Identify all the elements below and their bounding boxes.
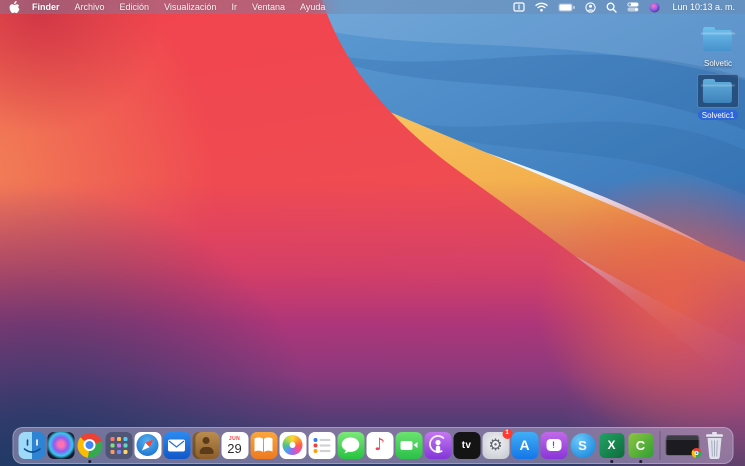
books-dock-icon[interactable] — [250, 431, 277, 459]
calendar-dock-icon[interactable]: JUN 29 — [221, 431, 248, 459]
finder-dock-icon[interactable] — [18, 431, 45, 459]
photos-flower-icon — [282, 435, 303, 455]
chrome-logo-icon — [77, 432, 102, 458]
menu-ventana[interactable]: Ventana — [252, 2, 285, 12]
chrome-badge-icon — [691, 447, 701, 458]
tv-label: tv — [461, 439, 472, 451]
excel-logo-icon: X — [599, 432, 624, 458]
running-indicator — [610, 460, 613, 463]
menu-clock[interactable]: Lun 10:13 a. m. — [672, 2, 735, 12]
app-store-a-icon: A — [519, 437, 530, 453]
apple-tv-dock-icon[interactable]: tv — [453, 431, 480, 459]
siri-dock-icon[interactable] — [47, 431, 74, 459]
chrome-dock-icon[interactable] — [76, 432, 103, 463]
folder-label: Solvetic — [703, 58, 732, 68]
camtasia-logo-icon: C — [628, 432, 653, 458]
folder-solvetic1[interactable]: Solvetic1 — [695, 74, 741, 120]
menu-edicion[interactable]: Edición — [120, 2, 150, 12]
dock: JUN 29 ♪ tv ⚙ 1 A ! S X C — [12, 427, 733, 464]
feedback-assistant-dock-icon[interactable]: ! — [540, 431, 567, 459]
photos-dock-icon[interactable] — [279, 431, 306, 459]
compass-icon — [136, 434, 159, 456]
menu-ayuda[interactable]: Ayuda — [300, 2, 325, 12]
facetime-dock-icon[interactable] — [395, 431, 422, 459]
running-indicator — [88, 460, 91, 463]
calendar-day: 29 — [227, 440, 242, 456]
safari-dock-icon[interactable] — [134, 431, 161, 459]
folder-solvetic[interactable]: Solvetic — [695, 22, 741, 68]
display-icon[interactable] — [513, 2, 526, 12]
apple-menu-icon[interactable] — [9, 0, 20, 13]
user-icon[interactable] — [585, 1, 597, 13]
messages-dock-icon[interactable] — [337, 431, 364, 459]
system-preferences-dock-icon[interactable]: ⚙ 1 — [482, 428, 512, 459]
envelope-icon — [168, 439, 185, 451]
skype-dock-icon[interactable]: S — [569, 432, 596, 459]
spotlight-icon[interactable] — [606, 2, 618, 13]
folder-icon-selected — [701, 78, 735, 103]
launchpad-dock-icon[interactable] — [105, 431, 132, 459]
feedback-bubble-icon: ! — [546, 439, 561, 451]
excel-dock-icon[interactable]: X — [598, 432, 625, 463]
checklist-icon — [313, 437, 330, 453]
trash-can-icon — [705, 431, 723, 459]
minimized-window-dock-icon[interactable] — [665, 434, 701, 458]
desktop: Finder Archivo Edición Visualización Ir … — [0, 0, 745, 466]
wifi-icon[interactable] — [535, 2, 549, 12]
app-store-dock-icon[interactable]: A — [511, 431, 538, 459]
music-dock-icon[interactable]: ♪ — [366, 431, 393, 459]
open-book-icon — [254, 437, 273, 452]
battery-icon[interactable] — [558, 3, 576, 12]
speech-bubble-icon — [341, 437, 360, 453]
status-area: Lun 10:13 a. m. — [513, 1, 735, 13]
podcasts-dock-icon[interactable] — [424, 431, 451, 459]
folder-icon — [701, 26, 735, 51]
desktop-icons: Solvetic Solvetic1 — [695, 22, 741, 120]
podcasts-figure-icon — [428, 434, 447, 453]
control-center-icon[interactable] — [627, 2, 639, 12]
skype-logo-icon: S — [570, 432, 595, 458]
folder-label-selected: Solvetic1 — [697, 110, 739, 120]
camtasia-dock-icon[interactable]: C — [627, 432, 654, 463]
app-menus: Finder Archivo Edición Visualización Ir … — [32, 2, 325, 12]
menu-visualizacion[interactable]: Visualización — [164, 2, 216, 12]
reminders-dock-icon[interactable] — [308, 431, 335, 459]
menu-archivo[interactable]: Archivo — [75, 2, 105, 12]
gear-icon: ⚙ — [488, 435, 503, 454]
menu-finder[interactable]: Finder — [32, 2, 60, 12]
siri-icon[interactable] — [649, 2, 660, 13]
menu-ir[interactable]: Ir — [231, 2, 237, 12]
running-indicator — [639, 460, 642, 463]
dock-separator — [659, 430, 660, 460]
mail-dock-icon[interactable] — [163, 431, 190, 459]
contacts-dock-icon[interactable] — [192, 431, 219, 459]
menu-bar: Finder Archivo Edición Visualización Ir … — [0, 0, 745, 14]
trash-dock-icon[interactable] — [701, 431, 727, 459]
desktop-wallpaper — [0, 0, 745, 466]
music-note-icon: ♪ — [374, 434, 385, 455]
